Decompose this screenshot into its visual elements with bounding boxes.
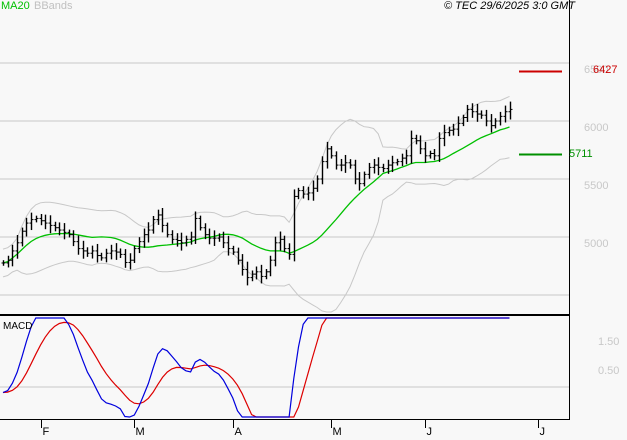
x-axis-label: A (234, 426, 242, 438)
macd-axis-label: 0.50 (598, 365, 620, 377)
macd-axis-label: 1.50 (598, 336, 620, 348)
support-label: 5711 (569, 147, 593, 160)
legend-ma20: MA20 (1, 0, 30, 12)
resistance-label: 6427 (593, 64, 618, 77)
macd-line (2, 317, 510, 418)
price-axis-label: 6000 (584, 122, 609, 134)
price-chart (0, 0, 570, 428)
x-axis-label: M (135, 426, 145, 438)
legend-bbands: BBands (34, 0, 73, 12)
x-axis-label: M (332, 426, 342, 438)
bband-upper (2, 95, 510, 250)
price-axis-label: 5500 (584, 180, 609, 192)
copyright: © TEC 29/6/2025 3:0 GMT (444, 0, 575, 12)
x-axis-label: J (426, 426, 433, 438)
macd-signal-line (2, 317, 510, 418)
macd-title: MACD (3, 321, 33, 332)
x-axis-label: J (539, 426, 546, 438)
x-axis-label: F (42, 426, 50, 438)
price-axis-label: 5000 (584, 238, 609, 250)
